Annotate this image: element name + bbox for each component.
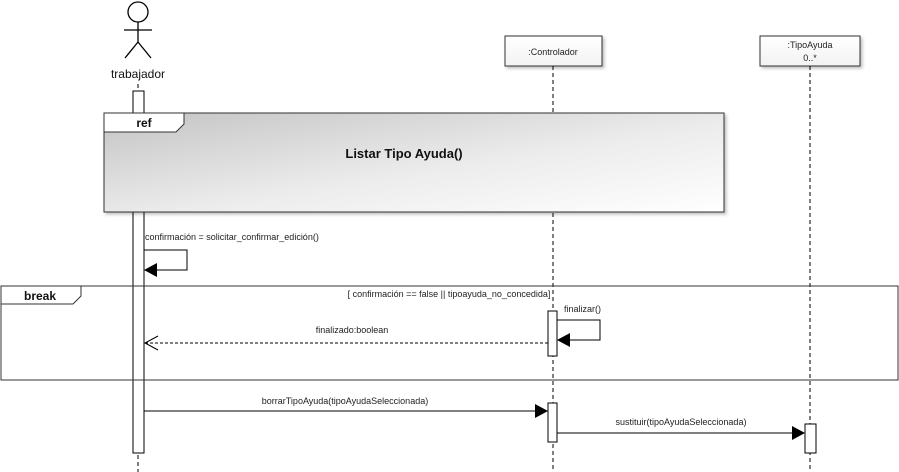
actor-trabajador[interactable]: trabajador	[111, 1, 165, 81]
lifeline-controlador-label: :Controlador	[528, 47, 578, 57]
actor-head	[127, 1, 149, 23]
message-finalizado[interactable]: finalizado:boolean	[143, 325, 548, 351]
message-finalizado-label: finalizado:boolean	[316, 325, 389, 335]
lifeline-tipoayuda-label: :TipoAyuda	[787, 40, 832, 50]
lifeline-tipoayuda-box[interactable]: :TipoAyuda 0..*	[759, 35, 861, 67]
activation-bar-controlador[interactable]	[547, 402, 558, 443]
lifeline-tipoayuda-multiplicity: 0..*	[803, 53, 817, 63]
ref-title: Listar Tipo Ayuda()	[345, 146, 462, 161]
message-borrar-label: borrarTipoAyuda(tipoAyudaSeleccionada)	[262, 396, 428, 406]
message-sustituir-arrowhead	[792, 426, 805, 440]
message-confirmacion-arrowhead	[144, 263, 157, 277]
activation-bar-tipoayuda[interactable]	[804, 423, 817, 454]
message-sustituir-label: sustituir(tipoAyudaSeleccionada)	[616, 417, 747, 427]
sequence-diagram: trabajador :Controlador :TipoAyuda 0..* …	[0, 1, 899, 472]
message-borrar[interactable]: borrarTipoAyuda(tipoAyudaSeleccionada)	[144, 396, 548, 418]
actor-right-leg	[137, 41, 152, 59]
message-finalizar[interactable]: finalizar()	[557, 304, 601, 347]
ref-fragment[interactable]: ref Listar Tipo Ayuda()	[103, 112, 725, 213]
message-finalizar-label: finalizar()	[564, 304, 601, 314]
actor-left-leg	[124, 41, 139, 59]
message-finalizar-arrowhead	[557, 333, 570, 347]
break-guard: [ confirmación == false || tipoayuda_no_…	[348, 289, 551, 299]
lifeline-controlador-box[interactable]: :Controlador	[504, 35, 603, 67]
message-confirmacion-label: confirmación = solicitar_confirmar_edici…	[145, 232, 319, 242]
actor-label: trabajador	[111, 67, 165, 81]
break-tag: break	[24, 289, 56, 303]
message-borrar-arrowhead	[535, 404, 548, 418]
ref-tag: ref	[136, 116, 152, 130]
message-sustituir[interactable]: sustituir(tipoAyudaSeleccionada)	[557, 417, 805, 440]
activation-bar-controlador-break[interactable]	[547, 310, 558, 357]
message-confirmacion[interactable]: confirmación = solicitar_confirmar_edici…	[144, 232, 319, 277]
